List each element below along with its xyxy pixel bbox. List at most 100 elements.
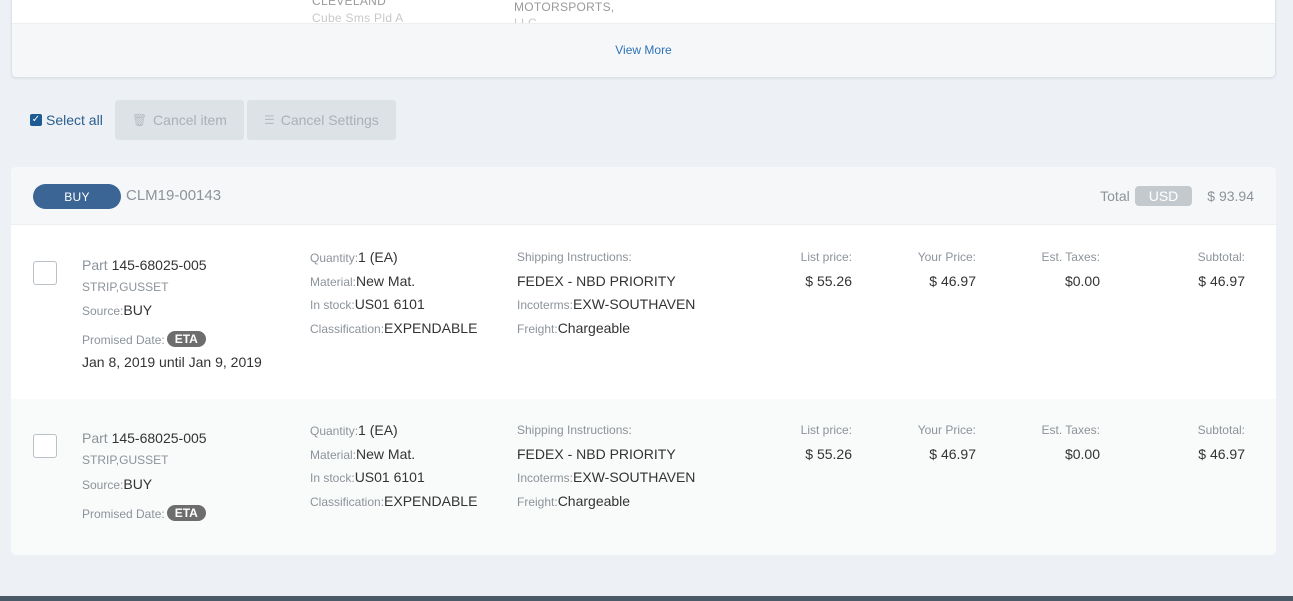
source-value: BUY	[123, 476, 153, 492]
total-label: Total	[1100, 188, 1130, 204]
cancel-item-label: Cancel item	[153, 112, 227, 128]
total-value: $ 93.94	[1207, 188, 1254, 204]
list-price-label: List price:	[800, 250, 852, 264]
previous-cell-location-2: Cube Sms Pld A	[312, 11, 404, 24]
classification-label: Classification:	[310, 322, 385, 336]
order-total: Total USD $ 93.94	[1100, 186, 1254, 206]
previous-cell-company: MOTORSPORTS,	[514, 0, 615, 14]
line-item: Part 145-68025-005 STRIP,GUSSET Source:B…	[11, 226, 1276, 398]
part-number: 145-68025-005	[111, 257, 207, 273]
material-line: Material:New Mat.	[310, 273, 415, 289]
material-line: Material:New Mat.	[310, 446, 415, 462]
previous-cell-company-2: LLC	[514, 16, 537, 24]
cancel-settings-button[interactable]: ☰ Cancel Settings	[246, 100, 396, 140]
freight-value: Chargeable	[557, 320, 631, 336]
classification-value: EXPENDABLE	[384, 320, 478, 336]
in-stock-line: In stock:US01 6101	[310, 296, 425, 312]
view-more-link[interactable]: View More	[12, 43, 1275, 57]
order-header: BUY CLM19-00143 Total USD $ 93.94	[11, 167, 1276, 225]
promised-date-range: Jan 8, 2019 until Jan 9, 2019	[82, 354, 262, 370]
shipping-instructions-value: FEDEX - NBD PRIORITY	[517, 273, 676, 289]
list-price-value: $ 55.26	[805, 273, 852, 289]
source-label: Source:	[82, 304, 124, 318]
subtotal-value: $ 46.97	[1198, 446, 1245, 462]
classification-value: EXPENDABLE	[384, 493, 478, 509]
cancel-item-button[interactable]: 🗑 Cancel item	[114, 100, 244, 140]
promised-date-line: Promised Date: ETA	[82, 331, 206, 347]
in-stock-label: In stock:	[310, 471, 355, 485]
part-line: Part 145-68025-005	[82, 430, 207, 446]
checkmark-icon: ✓	[30, 114, 42, 126]
shipping-instructions-label: Shipping Instructions:	[517, 423, 632, 437]
previous-table-row: CLEVELAND Cube Sms Pld A MOTORSPORTS, LL…	[12, 0, 1275, 24]
incoterms-line: Incoterms:EXW-SOUTHAVEN	[517, 469, 695, 485]
trash-icon: 🗑	[131, 113, 148, 127]
shipping-instructions-label: Shipping Instructions:	[517, 250, 632, 264]
part-line: Part 145-68025-005	[82, 257, 207, 273]
your-price-value: $ 46.97	[929, 446, 976, 462]
part-label: Part	[82, 257, 108, 273]
order-card: BUY CLM19-00143 Total USD $ 93.94 Part 1…	[11, 167, 1276, 555]
est-taxes-value: $0.00	[1064, 446, 1100, 462]
eta-badge: ETA	[166, 331, 206, 347]
part-label: Part	[82, 430, 108, 446]
list-price-label: List price:	[800, 423, 852, 437]
line-item-checkbox[interactable]	[33, 261, 57, 285]
subtotal-label: Subtotal:	[1197, 250, 1245, 264]
incoterms-line: Incoterms:EXW-SOUTHAVEN	[517, 296, 695, 312]
freight-value: Chargeable	[557, 493, 631, 509]
cancel-settings-label: Cancel Settings	[280, 112, 379, 128]
classification-label: Classification:	[310, 495, 385, 509]
incoterms-label: Incoterms:	[517, 298, 574, 312]
promised-date-label: Promised Date:	[82, 507, 165, 521]
your-price-value: $ 46.97	[929, 273, 976, 289]
select-all-checkbox[interactable]: ✓ Select all	[30, 112, 103, 128]
currency-badge: USD	[1134, 186, 1193, 206]
classification-line: Classification:EXPENDABLE	[310, 493, 477, 509]
previous-cell-location: CLEVELAND	[312, 0, 387, 8]
source-line: Source:BUY	[82, 302, 152, 318]
part-number: 145-68025-005	[111, 430, 207, 446]
order-id: CLM19-00143	[126, 187, 222, 204]
order-type-badge: BUY	[33, 184, 121, 209]
line-item-checkbox[interactable]	[33, 434, 57, 458]
quantity-line: Quantity:1 (EA)	[310, 422, 398, 438]
in-stock-value: US01 6101	[354, 469, 425, 485]
source-line: Source:BUY	[82, 476, 152, 492]
est-taxes-label: Est. Taxes:	[1041, 423, 1100, 437]
part-description: STRIP,GUSSET	[82, 453, 169, 467]
promised-date-line: Promised Date: ETA	[82, 505, 206, 521]
sliders-icon: ☰	[263, 113, 275, 127]
material-label: Material:	[310, 448, 357, 462]
incoterms-value: EXW-SOUTHAVEN	[573, 296, 696, 312]
incoterms-label: Incoterms:	[517, 471, 574, 485]
classification-line: Classification:EXPENDABLE	[310, 320, 477, 336]
est-taxes-value: $0.00	[1064, 273, 1100, 289]
material-value: New Mat.	[356, 273, 416, 289]
source-label: Source:	[82, 478, 124, 492]
quantity-value: 1 (EA)	[358, 249, 398, 265]
quantity-label: Quantity:	[310, 424, 359, 438]
list-price-value: $ 55.26	[805, 446, 852, 462]
freight-label: Freight:	[517, 322, 558, 336]
quantity-value: 1 (EA)	[358, 422, 398, 438]
line-item: Part 145-68025-005 STRIP,GUSSET Source:B…	[11, 399, 1276, 555]
material-label: Material:	[310, 275, 357, 289]
in-stock-label: In stock:	[310, 298, 355, 312]
source-value: BUY	[123, 302, 153, 318]
your-price-label: Your Price:	[917, 250, 976, 264]
material-value: New Mat.	[356, 446, 416, 462]
part-description: STRIP,GUSSET	[82, 280, 169, 294]
shipping-instructions-value: FEDEX - NBD PRIORITY	[517, 446, 676, 462]
in-stock-value: US01 6101	[354, 296, 425, 312]
eta-badge: ETA	[166, 505, 206, 521]
quantity-line: Quantity:1 (EA)	[310, 249, 398, 265]
in-stock-line: In stock:US01 6101	[310, 469, 425, 485]
subtotal-value: $ 46.97	[1198, 273, 1245, 289]
select-all-label: Select all	[46, 112, 103, 128]
freight-line: Freight:Chargeable	[517, 493, 630, 509]
bulk-actions-toolbar: ✓ Select all 🗑 Cancel item ☰ Cancel Sett…	[30, 100, 399, 140]
your-price-label: Your Price:	[917, 423, 976, 437]
quantity-label: Quantity:	[310, 251, 359, 265]
subtotal-label: Subtotal:	[1197, 423, 1245, 437]
